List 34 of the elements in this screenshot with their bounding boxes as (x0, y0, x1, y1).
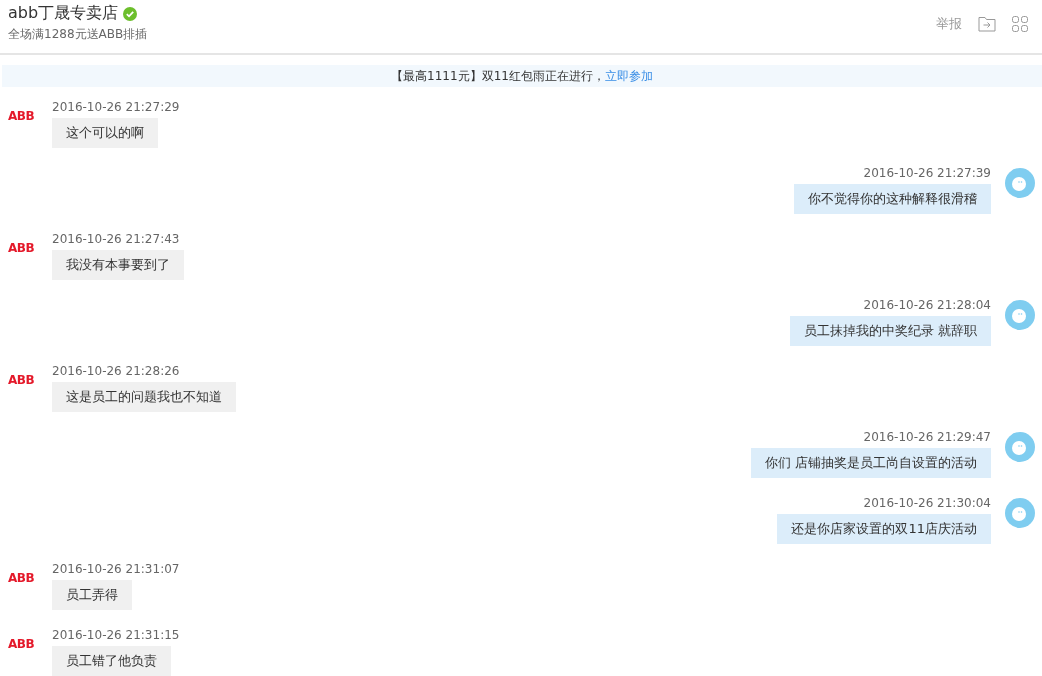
shop-name: abb丁晟专卖店 (8, 3, 119, 24)
message-time: 2016-10-26 21:31:15 (52, 628, 180, 644)
message-bubble: 这个可以的啊 (52, 118, 158, 148)
message-time: 2016-10-26 21:28:26 (52, 364, 180, 380)
message-bubble: 你不觉得你的这种解释很滑稽 (794, 184, 991, 214)
grid-icon[interactable] (1012, 16, 1028, 32)
user-avatar-icon (1005, 168, 1035, 198)
shop-subtitle: 全场满1288元送ABB排插 (8, 26, 148, 43)
user-avatar-icon (1005, 498, 1035, 528)
shop-logo: ABB (8, 241, 36, 255)
shop-logo: ABB (8, 637, 36, 651)
shop-logo: ABB (8, 373, 36, 387)
report-link[interactable]: 举报 (936, 15, 962, 33)
message-time: 2016-10-26 21:27:43 (52, 232, 180, 248)
message-bubble: 你们 店铺抽奖是员工尚自设置的活动 (750, 448, 991, 478)
user-avatar-icon (1005, 432, 1035, 462)
user-avatar-icon (1005, 300, 1035, 330)
message-time: 2016-10-26 21:27:39 (863, 166, 991, 182)
promo-text: 【最高1111元】双11红包雨正在进行， (391, 67, 605, 85)
message-time: 2016-10-26 21:31:07 (52, 562, 180, 578)
shop-logo: ABB (8, 571, 36, 585)
message-bubble: 员工抹掉我的中奖纪录 就辞职 (789, 316, 991, 346)
message-time: 2016-10-26 21:30:04 (863, 496, 991, 512)
message-time: 2016-10-26 21:28:04 (863, 298, 991, 314)
join-link[interactable]: 立即参加 (604, 67, 653, 85)
message-bubble: 我没有本事要到了 (52, 250, 184, 280)
message-bubble: 员工弄得 (52, 580, 132, 610)
message-bubble: 这是员工的问题我也不知道 (52, 382, 236, 412)
shop-logo: ABB (8, 109, 36, 123)
message-time: 2016-10-26 21:27:29 (52, 100, 180, 116)
folder-arrow-icon[interactable] (978, 16, 996, 32)
message-bubble: 还是你店家设置的双11店庆活动 (777, 514, 991, 544)
message-time: 2016-10-26 21:29:47 (863, 430, 991, 446)
message-bubble: 员工错了他负责 (52, 646, 171, 676)
